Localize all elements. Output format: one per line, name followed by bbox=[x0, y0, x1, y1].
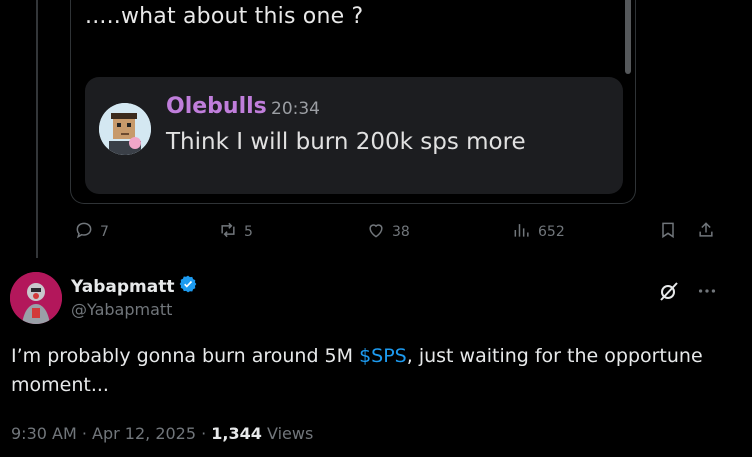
views-button[interactable]: 652 bbox=[512, 222, 565, 242]
bookmark-icon bbox=[658, 220, 678, 244]
tweet-thread: .....what about this one ? Olebulls 20:3… bbox=[0, 0, 752, 457]
tweet-meta: 9:30 AM · Apr 12, 2025 · 1,344 Views bbox=[11, 424, 313, 443]
tweet-views-label: Views bbox=[261, 424, 314, 443]
repost-icon bbox=[218, 220, 238, 244]
share-icon bbox=[696, 220, 716, 244]
tweet-text: I’m probably gonna burn around 5M $SPS, … bbox=[11, 342, 741, 400]
thread-connector-line bbox=[36, 0, 38, 258]
display-name[interactable]: Yabapmatt bbox=[71, 274, 198, 299]
verified-badge-icon bbox=[178, 274, 198, 299]
cashtag-link[interactable]: $SPS bbox=[359, 345, 407, 367]
user-handle[interactable]: @Yabapmatt bbox=[71, 300, 172, 319]
embedded-screenshot[interactable]: .....what about this one ? Olebulls 20:3… bbox=[70, 0, 636, 204]
repost-button[interactable]: 5 bbox=[218, 222, 253, 242]
heart-icon bbox=[366, 220, 386, 244]
more-options-icon[interactable] bbox=[696, 280, 718, 302]
repost-count: 5 bbox=[244, 224, 253, 240]
tweet-text-before: I’m probably gonna burn around 5M bbox=[11, 345, 360, 367]
embed-scrollbar bbox=[625, 0, 631, 74]
pixel-avatar-icon bbox=[99, 103, 151, 155]
analytics-icon bbox=[512, 220, 532, 244]
user-avatar[interactable] bbox=[10, 272, 62, 324]
embed-top-text: .....what about this one ? bbox=[85, 4, 364, 29]
message-author: Olebulls bbox=[166, 94, 267, 119]
reply-icon bbox=[74, 220, 94, 244]
like-count: 38 bbox=[392, 224, 410, 240]
reply-button[interactable]: 7 bbox=[74, 222, 109, 242]
display-name-text: Yabapmatt bbox=[71, 276, 175, 297]
bookmark-button[interactable] bbox=[658, 222, 678, 242]
views-count: 652 bbox=[538, 224, 565, 240]
share-button[interactable] bbox=[696, 222, 716, 242]
message-body: Think I will burn 200k sps more bbox=[166, 129, 526, 155]
tweet-timestamp[interactable]: 9:30 AM · Apr 12, 2025 · bbox=[11, 424, 211, 443]
reply-count: 7 bbox=[100, 224, 109, 240]
discord-message-card: Olebulls 20:34 Think I will burn 200k sp… bbox=[85, 77, 623, 194]
like-button[interactable]: 38 bbox=[366, 222, 410, 242]
grok-icon[interactable] bbox=[657, 279, 681, 303]
tweet-views-count: 1,344 bbox=[211, 424, 262, 443]
message-time: 20:34 bbox=[271, 99, 320, 119]
